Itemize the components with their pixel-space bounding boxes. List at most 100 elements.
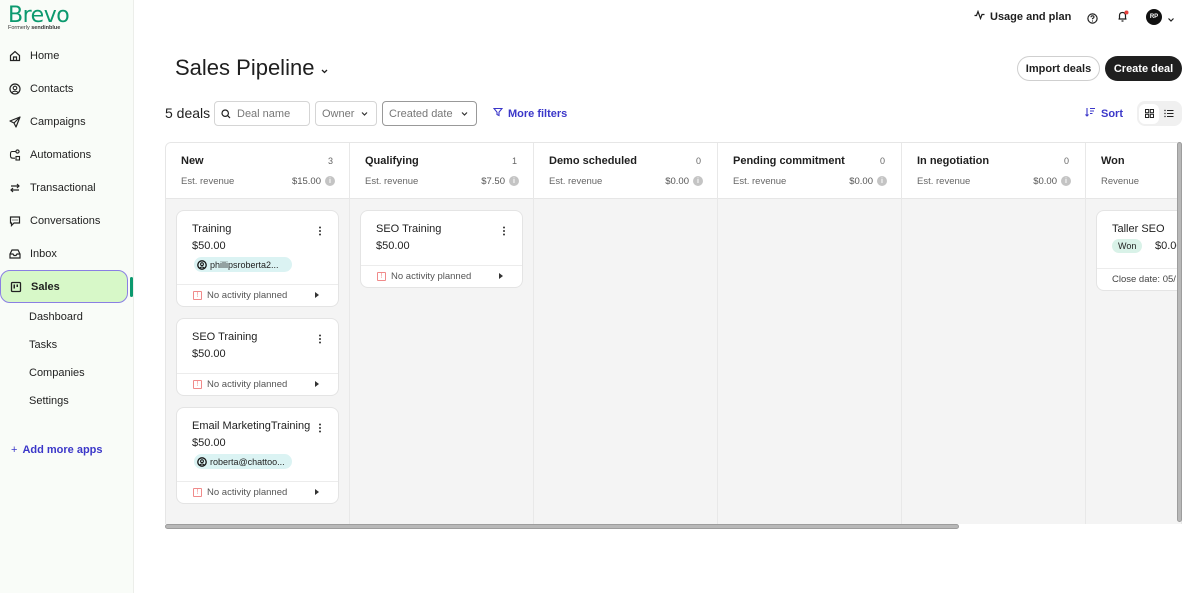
stage-column-demo-scheduled: Demo scheduled 0 Est. revenue $0.00 i <box>534 143 718 529</box>
sidebar-item-sales[interactable]: Sales <box>0 270 128 303</box>
contact-chip[interactable]: roberta@chattoo... <box>194 454 292 469</box>
more-options-icon[interactable] <box>318 223 322 241</box>
sidebar-item-contacts[interactable]: Contacts <box>0 73 128 105</box>
sidebar-subitem-dashboard[interactable]: Dashboard <box>29 311 83 323</box>
sidebar-subitem-companies[interactable]: Companies <box>29 367 85 379</box>
account-chevron-down-icon[interactable] <box>1167 11 1175 29</box>
sidebar-subitem-tasks[interactable]: Tasks <box>29 339 57 351</box>
horizontal-scrollbar-thumb[interactable] <box>165 524 959 529</box>
deal-name-search[interactable]: Deal name <box>214 101 310 126</box>
stage-column-pending-commitment: Pending commitment 0 Est. revenue $0.00 … <box>718 143 902 529</box>
activity-row[interactable]: ! No activity planned <box>177 481 338 503</box>
stage-column-new: New 3 Est. revenue $15.00 i Training $50… <box>166 143 350 529</box>
user-avatar[interactable]: RP <box>1146 9 1162 25</box>
contact-icon <box>197 259 207 270</box>
contact-icon <box>197 456 207 467</box>
usage-and-plan-button[interactable]: Usage and plan <box>974 9 1072 23</box>
active-indicator <box>130 277 133 297</box>
info-icon[interactable]: i <box>877 176 887 186</box>
info-icon[interactable]: i <box>325 176 335 186</box>
deal-card[interactable]: SEO Training $50.00 ! No activity planne… <box>360 210 523 288</box>
sidebar-item-campaigns[interactable]: Campaigns <box>0 106 128 138</box>
sidebar-item-home[interactable]: Home <box>0 40 128 72</box>
list-view-button[interactable] <box>1159 104 1179 124</box>
sidebar-item-label: Inbox <box>30 248 57 260</box>
grid-icon <box>1144 105 1154 123</box>
created-date-label: Created date <box>389 107 453 120</box>
activity-row[interactable]: ! No activity planned <box>177 373 338 395</box>
stage-column-won: Won Revenue Taller SEO Won $0.00 Close d… <box>1086 143 1181 529</box>
horizontal-scrollbar[interactable] <box>165 524 1182 530</box>
created-date-dropdown[interactable]: Created date <box>382 101 477 126</box>
owner-label: Owner <box>322 107 355 120</box>
sort-button[interactable]: Sort <box>1085 107 1123 120</box>
more-options-icon[interactable] <box>318 420 322 438</box>
add-more-apps-label: Add more apps <box>22 444 103 456</box>
more-options-icon[interactable] <box>318 331 322 349</box>
board-view-button[interactable] <box>1139 103 1159 124</box>
info-icon[interactable]: i <box>693 176 703 186</box>
stage-deal-count: 3 <box>327 156 333 166</box>
stage-revenue-label: Est. revenue <box>917 176 971 187</box>
won-status-badge: Won <box>1112 239 1143 253</box>
deal-count: 5 deals <box>165 105 211 121</box>
chevron-down-icon <box>460 109 469 121</box>
vertical-scrollbar-thumb[interactable] <box>1177 142 1182 522</box>
close-date: Close date: 05/ <box>1112 274 1176 285</box>
stage-deal-count: 0 <box>1063 156 1069 166</box>
sidebar-item-transactional[interactable]: Transactional <box>0 172 128 204</box>
deal-card[interactable]: Training $50.00 phillipsroberta2... ! No… <box>176 210 339 307</box>
search-icon <box>221 108 231 119</box>
stage-name: Won <box>1101 155 1125 167</box>
list-icon <box>1164 105 1174 123</box>
stage-header: Qualifying 1 Est. revenue $7.50 i <box>350 143 533 199</box>
import-deals-button[interactable]: Import deals <box>1017 56 1100 81</box>
notifications-bell-icon[interactable] <box>1117 10 1129 28</box>
help-icon[interactable] <box>1087 11 1098 29</box>
sidebar-item-conversations[interactable]: Conversations <box>0 205 128 237</box>
stage-name: Qualifying <box>365 155 419 167</box>
stage-column-qualifying: Qualifying 1 Est. revenue $7.50 i SEO Tr… <box>350 143 534 529</box>
caret-right-icon <box>499 273 503 279</box>
close-date-row: Close date: 05/ <box>1097 268 1181 290</box>
stage-deal-count: 0 <box>879 156 885 166</box>
deal-title: Taller SEO <box>1112 223 1165 235</box>
sidebar-item-inbox[interactable]: Inbox <box>0 238 128 270</box>
sidebar-subitem-settings[interactable]: Settings <box>29 395 69 407</box>
deal-card[interactable]: SEO Training $50.00 ! No activity planne… <box>176 318 339 396</box>
brevo-logo[interactable]: Brevo Formerly sendinblue <box>8 3 70 31</box>
sidebar-item-label: Automations <box>30 149 92 161</box>
more-filters-button[interactable]: More filters <box>492 107 567 120</box>
warning-icon: ! <box>377 272 386 281</box>
deal-card[interactable]: Email MarketingTraining $50.00 roberta@c… <box>176 407 339 504</box>
info-icon[interactable]: i <box>1061 176 1071 186</box>
add-more-apps-link[interactable]: + Add more apps <box>11 444 103 456</box>
activity-status: No activity planned <box>207 379 288 390</box>
sidebar-item-label: Contacts <box>30 83 74 95</box>
activity-status: No activity planned <box>207 290 288 301</box>
stage-revenue: $0.00 <box>665 176 689 187</box>
deal-amount: $50.00 <box>192 240 226 252</box>
sales-icon <box>9 280 23 294</box>
activity-row[interactable]: ! No activity planned <box>361 265 522 287</box>
warning-icon: ! <box>193 488 202 497</box>
stage-header: Demo scheduled 0 Est. revenue $0.00 i <box>534 143 717 199</box>
deal-title: Training <box>192 223 232 235</box>
create-deal-button[interactable]: Create deal <box>1105 56 1182 81</box>
pipeline-selector[interactable]: Sales Pipeline <box>175 55 329 81</box>
deal-card[interactable]: Taller SEO Won $0.00 Close date: 05/ <box>1096 210 1181 291</box>
contact-chip[interactable]: phillipsroberta2... <box>194 257 292 272</box>
caret-right-icon <box>315 381 319 387</box>
info-icon[interactable]: i <box>509 176 519 186</box>
sidebar-item-automations[interactable]: Automations <box>0 139 128 171</box>
usage-label: Usage and plan <box>990 10 1072 23</box>
inbox-icon <box>8 247 22 261</box>
deal-amount: $50.00 <box>192 437 226 449</box>
deal-amount: $50.00 <box>376 240 410 252</box>
more-options-icon[interactable] <box>502 223 506 241</box>
activity-row[interactable]: ! No activity planned <box>177 284 338 306</box>
stage-revenue: $0.00 <box>849 176 873 187</box>
page-title: Sales Pipeline <box>175 55 315 80</box>
stage-revenue-label: Est. revenue <box>549 176 603 187</box>
owner-dropdown[interactable]: Owner <box>315 101 377 126</box>
